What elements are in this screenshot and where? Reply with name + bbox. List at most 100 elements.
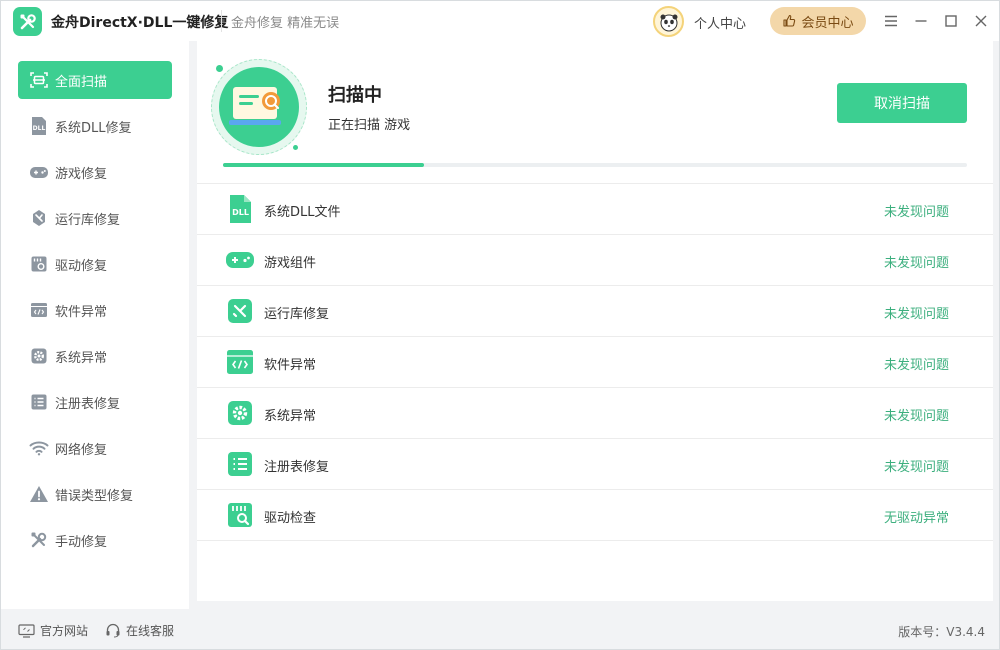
dll-file-icon: DLL — [225, 194, 255, 224]
sidebar-item-label: 系统DLL修复 — [55, 120, 132, 136]
dll-icon: DLL — [28, 115, 50, 137]
sidebar-item-label: 驱动修复 — [55, 258, 108, 274]
maximize-icon — [945, 15, 957, 27]
sidebar-item-manual[interactable]: 手动修复 — [18, 521, 172, 559]
sidebar-item-error-type[interactable]: 错误类型修复 — [18, 475, 172, 513]
svg-text:DLL: DLL — [33, 125, 46, 132]
scan-results-list: DLL 系统DLL文件 未发现问题 游戏组件 未发现问题 运行库修复 未发现问题… — [197, 184, 993, 541]
app-logo-icon — [13, 7, 42, 36]
close-button[interactable] — [969, 9, 993, 33]
headset-icon — [106, 623, 120, 638]
runtime-icon — [225, 296, 255, 326]
gear-icon — [28, 345, 50, 367]
result-status: 未发现问题 — [883, 307, 949, 322]
app-title: 金舟DirectX·DLL一键修复 — [51, 15, 229, 31]
list-item: 软件异常 未发现问题 — [197, 337, 993, 388]
result-status: 未发现问题 — [883, 460, 949, 475]
result-label: 软件异常 — [264, 358, 317, 373]
result-label: 游戏组件 — [264, 256, 317, 271]
sidebar-item-registry[interactable]: 注册表修复 — [18, 383, 172, 421]
driver-icon — [28, 253, 50, 275]
sidebar-item-network[interactable]: 网络修复 — [18, 429, 172, 467]
version-label: 版本号：V3.4.4 — [898, 625, 985, 639]
official-website-link[interactable]: 官方网站 — [18, 622, 88, 639]
monitor-icon — [18, 623, 35, 638]
scan-progress-bar — [223, 163, 967, 167]
sidebar-item-label: 网络修复 — [55, 442, 108, 458]
main-panel: 扫描中 正在扫描 游戏 取消扫描 DLL 系统DLL文件 未发现问题 游戏组件 … — [197, 41, 993, 601]
driver-icon — [225, 500, 255, 530]
list-item: 系统异常 未发现问题 — [197, 388, 993, 439]
sidebar-item-label: 软件异常 — [55, 304, 108, 320]
runtime-icon — [28, 207, 50, 229]
online-support-link[interactable]: 在线客服 — [105, 622, 174, 639]
footer: 官方网站 在线客服 版本号：V3.4.4 — [1, 609, 999, 649]
decor-dot — [293, 145, 298, 150]
vip-center-label: 会员中心 — [801, 15, 854, 31]
scan-illustration — [211, 59, 307, 155]
sidebar-item-label: 全面扫描 — [55, 74, 108, 90]
list-item: 游戏组件 未发现问题 — [197, 235, 993, 286]
list-item: 运行库修复 未发现问题 — [197, 286, 993, 337]
menu-button[interactable] — [879, 9, 903, 33]
sidebar-item-full-scan[interactable]: 全面扫描 — [18, 61, 172, 99]
personal-center-link[interactable]: 个人中心 — [694, 13, 746, 32]
svg-text:DLL: DLL — [232, 208, 249, 217]
app-window: 金舟DirectX·DLL一键修复 金舟修复 精准无误 个人中心 会员中心 全面… — [0, 0, 1000, 650]
minimize-button[interactable] — [909, 9, 933, 33]
result-label: 系统DLL文件 — [264, 205, 341, 220]
tools-icon — [28, 529, 50, 551]
official-website-label: 官方网站 — [40, 624, 89, 638]
wifi-icon — [28, 437, 50, 459]
app-slogan: 金舟修复 精准无误 — [231, 16, 340, 31]
avatar[interactable] — [653, 6, 684, 37]
result-label: 驱动检查 — [264, 511, 317, 526]
sidebar: 全面扫描 DLL 系统DLL修复 游戏修复 运行库修复 驱动修复 软件异常 系统… — [1, 41, 189, 609]
gamepad-icon — [225, 245, 255, 275]
sidebar-item-runtime[interactable]: 运行库修复 — [18, 199, 172, 237]
sidebar-item-label: 运行库修复 — [55, 212, 121, 228]
result-status: 未发现问题 — [883, 409, 949, 424]
result-status: 无驱动异常 — [883, 511, 949, 526]
full-scan-icon — [28, 69, 50, 91]
hamburger-icon — [885, 15, 897, 27]
warning-icon — [28, 483, 50, 505]
maximize-button[interactable] — [939, 9, 963, 33]
result-label: 运行库修复 — [264, 307, 330, 322]
title-divider — [221, 10, 222, 32]
list-icon — [225, 449, 255, 479]
result-status: 未发现问题 — [883, 358, 949, 373]
decor-dot — [216, 65, 223, 72]
sidebar-item-label: 手动修复 — [55, 534, 108, 550]
vip-center-button[interactable]: 会员中心 — [770, 7, 866, 35]
gear-icon — [225, 398, 255, 428]
sidebar-item-game[interactable]: 游戏修复 — [18, 153, 172, 191]
result-label: 注册表修复 — [264, 460, 330, 475]
sidebar-item-label: 注册表修复 — [55, 396, 121, 412]
gamepad-icon — [28, 161, 50, 183]
scan-progress-fill — [223, 163, 424, 167]
sidebar-item-label: 错误类型修复 — [55, 488, 134, 504]
minimize-icon — [915, 20, 927, 22]
sidebar-item-software[interactable]: 软件异常 — [18, 291, 172, 329]
title-bar: 金舟DirectX·DLL一键修复 金舟修复 精准无误 个人中心 会员中心 — [1, 1, 999, 41]
code-window-icon — [28, 299, 50, 321]
thumbs-up-icon — [783, 14, 796, 27]
cancel-scan-button[interactable]: 取消扫描 — [837, 83, 967, 123]
scan-status-title: 扫描中 — [328, 85, 382, 106]
sidebar-item-label: 系统异常 — [55, 350, 108, 366]
sidebar-item-driver[interactable]: 驱动修复 — [18, 245, 172, 283]
scan-screen-icon — [229, 87, 281, 125]
sidebar-item-system-dll[interactable]: DLL 系统DLL修复 — [18, 107, 172, 145]
list-icon — [28, 391, 50, 413]
close-icon — [975, 15, 987, 27]
result-label: 系统异常 — [264, 409, 317, 424]
scan-status-subtitle: 正在扫描 游戏 — [328, 118, 411, 133]
list-item: DLL 系统DLL文件 未发现问题 — [197, 184, 993, 235]
online-support-label: 在线客服 — [126, 624, 175, 638]
sidebar-item-system[interactable]: 系统异常 — [18, 337, 172, 375]
list-item: 驱动检查 无驱动异常 — [197, 490, 993, 541]
panda-avatar-icon — [660, 14, 677, 31]
list-item: 注册表修复 未发现问题 — [197, 439, 993, 490]
result-status: 未发现问题 — [883, 256, 949, 271]
